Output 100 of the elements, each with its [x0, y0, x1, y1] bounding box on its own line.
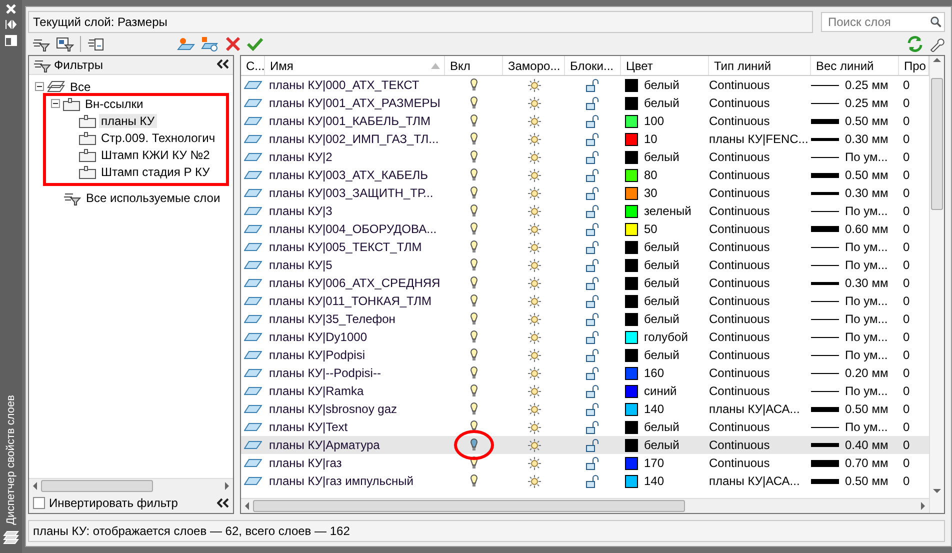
sun-icon[interactable]	[528, 96, 540, 110]
layer-row[interactable]: планы КУ|газ импульсный 140 планы КУ|АСА... 0.50 мм 0	[241, 472, 929, 490]
open-padlock-icon[interactable]	[586, 312, 600, 326]
color-swatch[interactable]	[625, 456, 638, 470]
lightbulb-icon[interactable]	[470, 168, 478, 182]
sun-icon[interactable]	[528, 258, 540, 272]
open-padlock-icon[interactable]	[586, 168, 600, 182]
lightbulb-icon[interactable]	[470, 456, 478, 470]
lightbulb-icon[interactable]	[470, 222, 478, 236]
scroll-up-icon[interactable]	[933, 56, 941, 64]
sun-icon[interactable]	[528, 348, 540, 362]
tree-item[interactable]: Стр.009. Технологич	[99, 130, 218, 144]
lightbulb-icon[interactable]	[470, 474, 478, 488]
open-padlock-icon[interactable]	[586, 204, 600, 218]
sun-icon[interactable]	[528, 114, 540, 128]
refresh-icon[interactable]	[907, 36, 923, 52]
sun-icon[interactable]	[528, 366, 540, 380]
layer-row[interactable]: планы КУ|газ 170 Continuous 0.70 мм 0	[241, 454, 929, 472]
layer-row[interactable]: планы КУ|--Podpisi-- 160 Continuous 0.20 мм 0	[241, 364, 929, 382]
sun-icon[interactable]	[528, 132, 540, 146]
lightbulb-icon[interactable]	[470, 276, 478, 290]
lightbulb-icon[interactable]	[470, 132, 478, 146]
open-padlock-icon[interactable]	[586, 402, 600, 416]
column-header[interactable]: С...	[241, 56, 265, 75]
tree-item[interactable]: Все используемые слои	[84, 190, 222, 204]
lightbulb-icon[interactable]	[470, 366, 478, 380]
open-padlock-icon[interactable]	[586, 240, 600, 254]
new-layer-icon[interactable]	[177, 36, 195, 52]
auto-hide-icon[interactable]	[5, 20, 17, 29]
layers-icon[interactable]	[3, 531, 19, 545]
sun-icon[interactable]	[528, 330, 540, 344]
collapse-toggle[interactable]	[51, 99, 60, 108]
layer-row[interactable]: планы КУ|3 зеленый Continuous По ум... 0	[241, 202, 929, 220]
open-padlock-icon[interactable]	[586, 294, 600, 308]
layer-row[interactable]: планы КУ|2 белый Continuous По ум... 0	[241, 148, 929, 166]
column-header[interactable]: Тип линий	[709, 56, 811, 75]
open-padlock-icon[interactable]	[586, 366, 600, 380]
color-swatch[interactable]	[625, 294, 638, 308]
color-swatch[interactable]	[625, 420, 638, 434]
sun-icon[interactable]	[528, 312, 540, 326]
lightbulb-icon[interactable]	[470, 204, 478, 218]
layer-row[interactable]: планы КУ|002_ИМП_ГАЗ_ТЛ... 10 планы КУ|FENC... 0.30 мм 0	[241, 130, 929, 148]
tree-item[interactable]: Штамп КЖИ КУ №2	[99, 148, 212, 162]
sun-icon[interactable]	[528, 222, 540, 236]
scrollbar-thumb[interactable]	[931, 78, 943, 210]
layer-row[interactable]: планы КУ|Ramka синий Continuous По ум... 0	[241, 382, 929, 400]
open-padlock-icon[interactable]	[586, 420, 600, 434]
column-header[interactable]: Блоки...	[565, 56, 621, 75]
layer-row[interactable]: планы КУ|003_АТХ_КАБЕЛЬ 80 Continuous 0.50 мм 0	[241, 166, 929, 184]
column-header[interactable]: Имя	[265, 56, 445, 75]
delete-icon[interactable]	[225, 36, 241, 52]
lightbulb-icon[interactable]	[470, 258, 478, 272]
search-icon[interactable]	[930, 15, 942, 29]
color-swatch[interactable]	[625, 384, 638, 398]
color-swatch[interactable]	[625, 366, 638, 380]
layer-row[interactable]: планы КУ|001_АТХ_РАЗМЕРЫ белый Continuous 0.25 мм 0	[241, 94, 929, 112]
column-header[interactable]: Цвет	[621, 56, 709, 75]
color-swatch[interactable]	[625, 150, 638, 164]
layer-row[interactable]: планы КУ|001_КАБЕЛЬ_ТЛМ 100 Continuous 0.50 мм 0	[241, 112, 929, 130]
sun-icon[interactable]	[528, 456, 540, 470]
open-padlock-icon[interactable]	[586, 384, 600, 398]
layer-row[interactable]: планы КУ|005_ТЕКСТ_ТЛМ белый Continuous По ум... 0	[241, 238, 929, 256]
sun-icon[interactable]	[528, 276, 540, 290]
color-swatch[interactable]	[625, 312, 638, 326]
checkmark-icon[interactable]	[247, 36, 263, 52]
layer-row[interactable]: планы КУ|006_АТХ_СРЕДНЯЯ белый Continuous 0.30 мм 0	[241, 274, 929, 292]
color-swatch[interactable]	[625, 258, 638, 272]
lightbulb-icon[interactable]	[470, 186, 478, 200]
column-header[interactable]: Вес линий	[811, 56, 899, 75]
sun-icon[interactable]	[528, 168, 540, 182]
sun-icon[interactable]	[528, 78, 540, 92]
layer-states-icon[interactable]	[87, 36, 105, 52]
color-swatch[interactable]	[625, 222, 638, 236]
color-swatch[interactable]	[625, 132, 638, 146]
open-padlock-icon[interactable]	[586, 132, 600, 146]
scrollbar-thumb[interactable]	[41, 480, 153, 492]
layer-row[interactable]: планы КУ|Dy1000 голубой Continuous По ум... 0	[241, 328, 929, 346]
open-padlock-icon[interactable]	[586, 330, 600, 344]
layer-row[interactable]: планы КУ|5 белый Continuous По ум... 0	[241, 256, 929, 274]
open-padlock-icon[interactable]	[586, 474, 600, 488]
lightbulb-icon[interactable]	[470, 294, 478, 308]
open-padlock-icon[interactable]	[586, 438, 600, 452]
layer-row[interactable]: планы КУ|003_ЗАЩИТН_ТР... 30 Continuous 0.30 мм 0	[241, 184, 929, 202]
sun-icon[interactable]	[528, 294, 540, 308]
open-padlock-icon[interactable]	[586, 96, 600, 110]
open-padlock-icon[interactable]	[586, 114, 600, 128]
column-header[interactable]: Вкл	[445, 56, 503, 75]
layer-row[interactable]: планы КУ|004_ОБОРУДОВА... 50 Continuous 0.60 мм 0	[241, 220, 929, 238]
layer-row[interactable]: планы КУ|Text белый Continuous По ум... 0	[241, 418, 929, 436]
layer-row[interactable]: планы КУ|011_ТОНКАЯ_ТЛМ белый Continuous По ум... 0	[241, 292, 929, 310]
lightbulb-icon[interactable]	[470, 96, 478, 110]
search-field[interactable]: Поиск слоя	[821, 12, 945, 32]
color-swatch[interactable]	[625, 474, 638, 488]
sun-icon[interactable]	[528, 150, 540, 164]
lightbulb-icon[interactable]	[470, 78, 478, 92]
color-swatch[interactable]	[625, 96, 638, 110]
search-input[interactable]: Поиск слоя	[826, 14, 930, 30]
open-padlock-icon[interactable]	[586, 150, 600, 164]
close-icon[interactable]	[6, 4, 16, 14]
lightbulb-icon[interactable]	[470, 150, 478, 164]
